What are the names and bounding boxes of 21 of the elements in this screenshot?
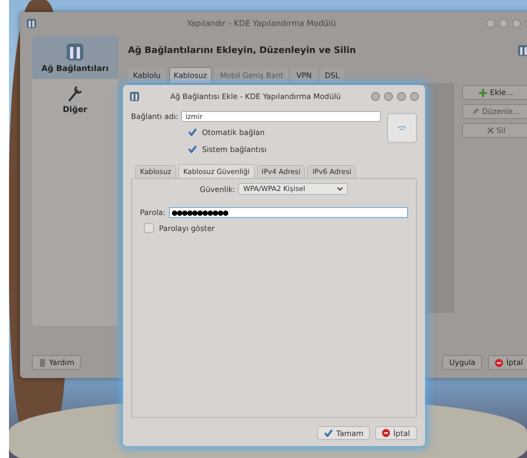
x-icon: [486, 127, 494, 134]
network-icon: [129, 90, 140, 102]
cancel-icon: [495, 358, 504, 366]
sidebar-item[interactable]: Diğer: [32, 79, 118, 120]
wifi-icon: [397, 124, 407, 132]
checkbox[interactable]: [187, 127, 197, 137]
plus-icon: [479, 88, 488, 96]
network-icon: [26, 18, 37, 28]
icon-button[interactable]: [387, 113, 417, 143]
page-heading: Ağ Bağlantılarını Ekleyin, Düzenleyin ve Silin: [128, 46, 356, 56]
network-icon: [517, 44, 527, 57]
check-icon: [324, 429, 334, 437]
checkbox[interactable]: [144, 223, 154, 233]
checkbox[interactable]: [187, 144, 197, 154]
window-title: Yapılandır - KDE Yapılandırma Modülü: [186, 18, 337, 28]
chevron-down-icon: [337, 187, 344, 191]
wrench-icon: [66, 85, 84, 103]
network-icon: [65, 42, 85, 62]
sidebar-item[interactable]: Ağ Bağlantıları: [32, 36, 118, 79]
cancel-icon: [382, 429, 390, 437]
pencil-icon: [472, 108, 480, 115]
